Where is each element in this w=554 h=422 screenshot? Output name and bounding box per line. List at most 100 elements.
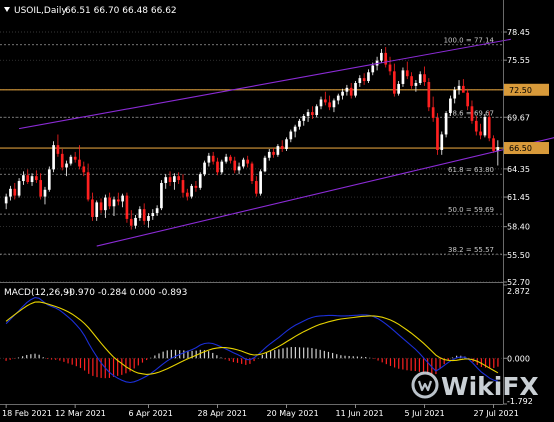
candle-body (155, 208, 159, 214)
candle-body (436, 117, 439, 150)
price-tick-label: 55.50 (507, 251, 530, 260)
price-level-badge-label: 72.50 (509, 86, 532, 95)
candle-body (47, 169, 51, 190)
candle-body (336, 95, 340, 101)
time-tick-label: 11 Jun 2021 (336, 409, 384, 418)
fib-level-label: 38.2 = 55.57 (448, 246, 494, 254)
macd-label: MACD(12,26,9) (4, 288, 72, 298)
instrument-label: USOIL,Daily (14, 6, 67, 16)
candle-body (405, 70, 409, 77)
candle-body (453, 89, 457, 99)
candle-body (466, 92, 469, 107)
candle-body (440, 134, 444, 150)
candle-body (78, 159, 81, 167)
time-tick-label: 27 Jul 2021 (474, 409, 519, 418)
candle-body (250, 163, 254, 182)
candle-body (272, 151, 275, 155)
candle-body (116, 199, 120, 202)
candle-body (129, 218, 133, 226)
candle-body (306, 112, 310, 116)
ohlc-values: 66.51 66.70 66.48 66.62 (65, 6, 177, 16)
candle-body (39, 180, 42, 197)
candle-body (147, 215, 150, 221)
candle-body (198, 174, 202, 188)
time-tick-label: 5 Jul 2021 (405, 409, 445, 418)
candle-body (237, 166, 241, 171)
candle-body (65, 163, 68, 168)
candle-body (345, 87, 349, 92)
price-tick-label: 61.45 (507, 193, 530, 202)
candle-body (457, 85, 461, 90)
candle-body (112, 199, 116, 207)
candle-body (95, 202, 99, 217)
candle-body (401, 70, 405, 84)
candle-body (483, 116, 487, 136)
candle-body (4, 196, 8, 204)
candle-body (328, 102, 331, 108)
macd-tick-label: 0.000 (507, 354, 530, 363)
candle-body (151, 213, 155, 216)
price-tick-label: 75.55 (507, 56, 530, 65)
candle-body (280, 146, 284, 149)
candle-body (60, 153, 64, 168)
candle-body (462, 85, 465, 93)
candle-body (242, 159, 245, 167)
chart-canvas: 100.0 = 77.1478.6 = 69.6761.8 = 63.8050.… (0, 0, 554, 422)
candle-body (246, 159, 250, 164)
candle-body (289, 131, 293, 140)
fib-level-label: 61.8 = 63.80 (448, 166, 494, 174)
candle-body (293, 126, 297, 132)
watermark-text: WikiFX (441, 372, 539, 401)
candle-body (177, 176, 181, 181)
candle-body (216, 161, 219, 173)
candle-body (104, 197, 107, 211)
candle-body (371, 65, 375, 73)
candle-body (367, 72, 370, 82)
candle-body (134, 217, 137, 226)
candle-body (138, 209, 142, 218)
candle-body (190, 185, 193, 197)
candle-body (384, 52, 388, 65)
time-tick-label: 18 Feb 2021 (2, 409, 52, 418)
candle-body (82, 166, 86, 173)
candle-body (160, 182, 163, 209)
candle-body (341, 91, 344, 96)
candle-body (492, 138, 495, 151)
price-tick-label: 69.67 (507, 113, 530, 122)
candle-body (267, 151, 271, 158)
time-tick-label: 20 May 2021 (267, 409, 319, 418)
candle-body (43, 189, 47, 197)
candle-body (164, 177, 168, 183)
candle-body (17, 181, 21, 196)
candle-body (211, 155, 215, 162)
candle-body (229, 156, 232, 161)
price-level-badge-label: 66.50 (509, 144, 532, 153)
fib-level-label: 50.0 = 59.69 (448, 206, 494, 214)
candle-body (276, 146, 280, 155)
candle-body (315, 106, 319, 116)
candle-body (22, 175, 25, 182)
candle-body (224, 156, 228, 162)
candle-body (414, 82, 418, 86)
candle-body (302, 115, 306, 121)
candle-body (69, 156, 73, 164)
candle-body (194, 185, 198, 188)
candle-body (173, 176, 176, 183)
candle-body (86, 172, 90, 200)
price-tick-label: 64.35 (507, 165, 530, 174)
candle-body (142, 209, 146, 221)
candle-body (388, 64, 392, 72)
candle-body (487, 116, 491, 139)
candle-body (392, 71, 396, 94)
candle-body (298, 120, 301, 127)
candle-body (121, 195, 124, 202)
candle-body (9, 188, 12, 197)
candle-body (73, 156, 77, 160)
candle-body (259, 171, 262, 194)
price-tick-label: 78.45 (507, 28, 530, 37)
candle-body (423, 74, 426, 83)
candle-body (99, 202, 103, 211)
candle-body (358, 78, 362, 83)
macd-tick-label: 2.872 (507, 287, 530, 296)
candle-body (30, 176, 34, 183)
